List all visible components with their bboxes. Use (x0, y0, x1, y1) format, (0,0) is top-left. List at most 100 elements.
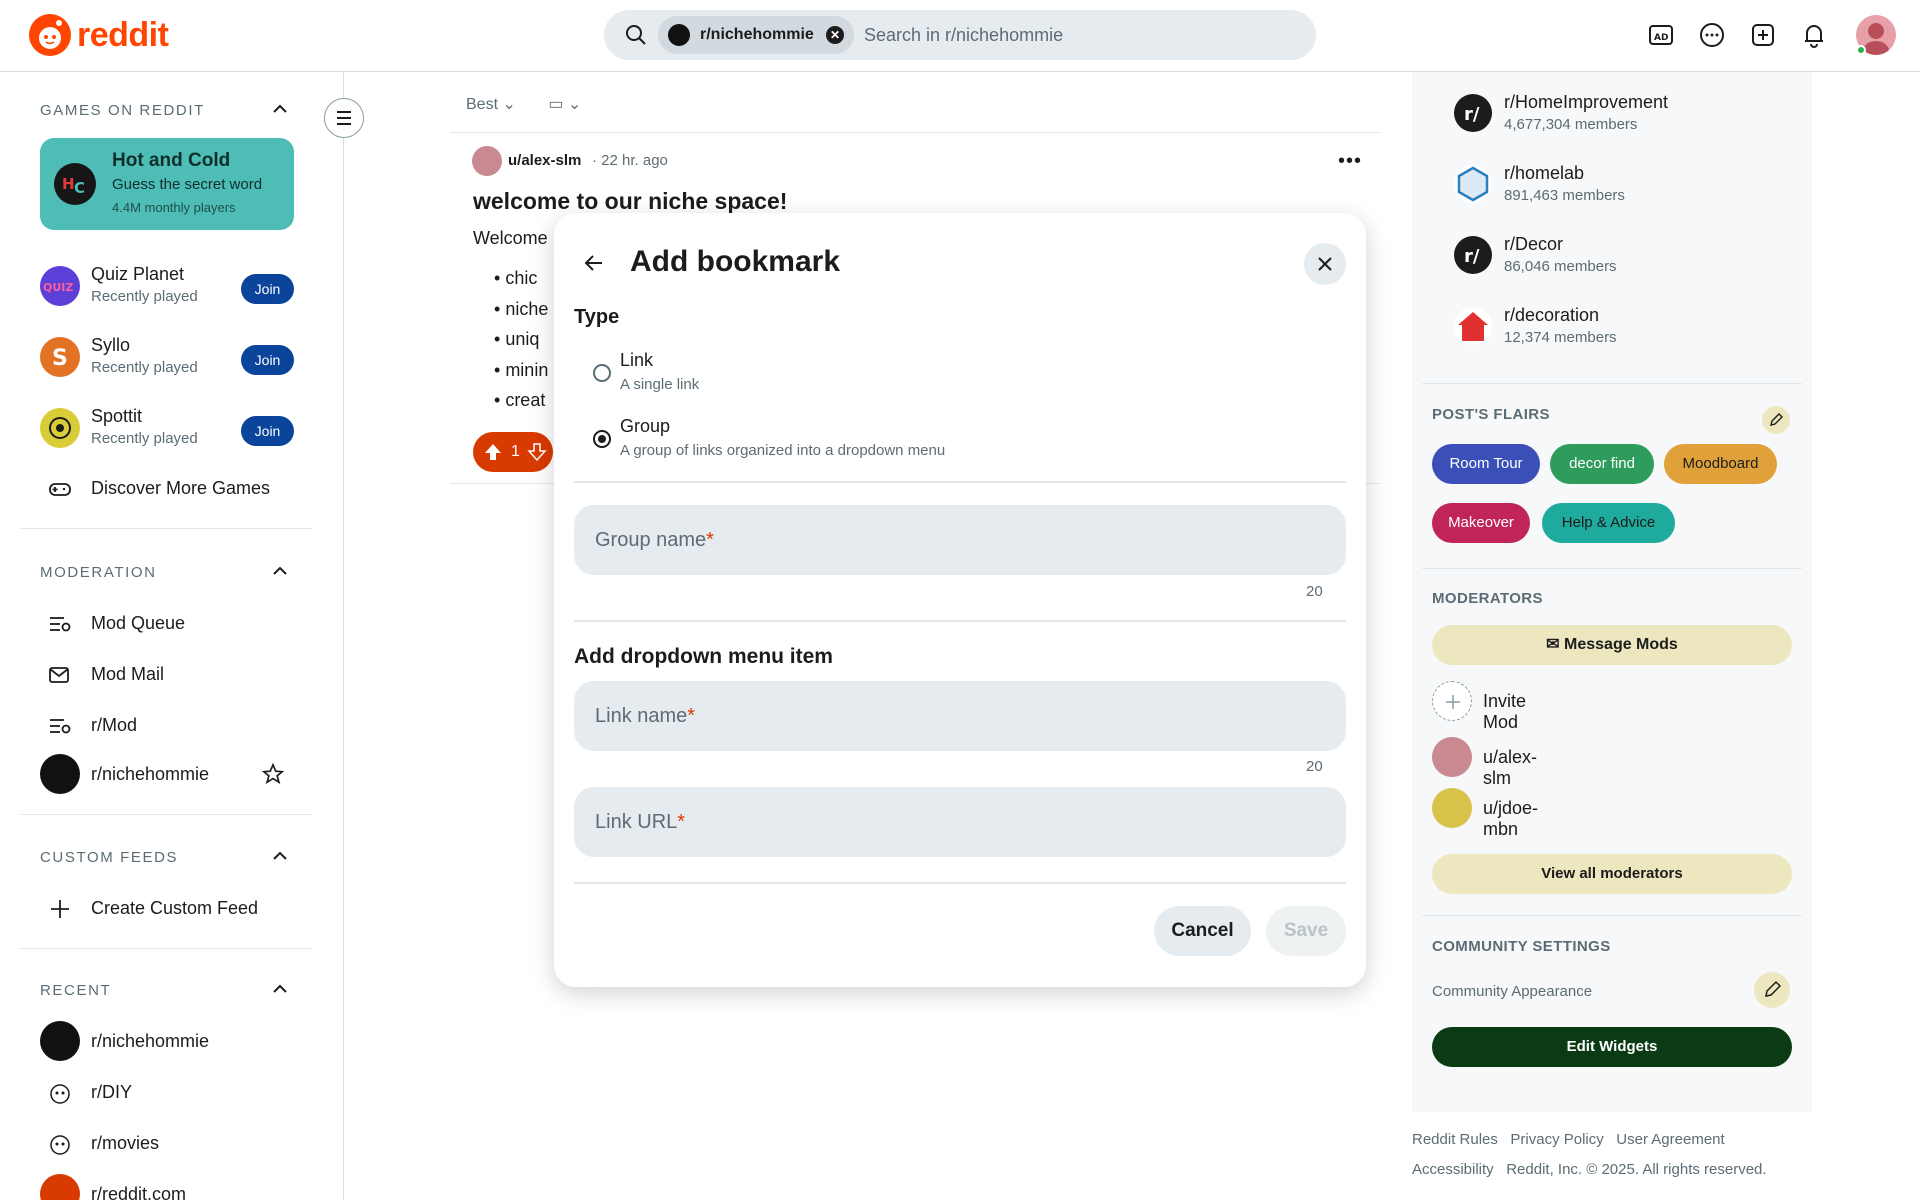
custom-feeds-section-title: CUSTOM FEEDS (40, 849, 179, 866)
flair-help-advice[interactable]: Help & Advice (1542, 503, 1675, 543)
join-button[interactable]: Join (241, 345, 294, 375)
community-item[interactable]: r/ r/Decor 86,046 members (1454, 234, 1794, 284)
view-mode-icon[interactable]: ▭ ⌄ (548, 96, 581, 113)
post-author-avatar[interactable] (472, 146, 502, 176)
radio-button[interactable] (593, 364, 611, 382)
community-item[interactable]: r/homelab 891,463 members (1454, 163, 1794, 213)
recent-item-nichehommie[interactable]: r/nichehommie (40, 1021, 320, 1061)
collapse-games-icon[interactable] (272, 104, 288, 114)
game-name: Syllo (91, 335, 131, 355)
game-status: Recently played (91, 359, 198, 376)
radio-option-link[interactable]: Link A single link (574, 346, 1346, 402)
vote-control[interactable]: 1 (473, 432, 553, 472)
recent-item-label: r/reddit.com (91, 1184, 187, 1200)
sidebar-divider (20, 528, 312, 529)
message-mods-button[interactable]: ✉ Message Mods (1432, 625, 1792, 665)
sidebar-item-mod-queue[interactable]: Mod Queue (40, 605, 320, 641)
reddit-wordmark: reddit (77, 15, 169, 54)
community-item[interactable]: r/decoration 12,374 members (1454, 305, 1794, 355)
bullet-item: • minin (494, 359, 549, 380)
right-sidebar: r/ r/HomeImprovement 4,677,304 members r… (1412, 72, 1812, 1112)
edit-appearance-icon[interactable] (1754, 972, 1790, 1008)
sidebar-item-label: Mod Mail (91, 664, 165, 684)
radio-option-group[interactable]: Group A group of links organized into a … (574, 412, 1346, 468)
sort-label: Best (466, 96, 499, 113)
star-favorite-icon[interactable] (262, 763, 284, 785)
flair-decor-find[interactable]: decor find (1550, 444, 1654, 484)
link-url-field[interactable]: Link URL* (574, 787, 1346, 857)
footer-link-rules[interactable]: Reddit Rules (1412, 1131, 1498, 1148)
flair-room-tour[interactable]: Room Tour (1432, 444, 1540, 484)
subreddit-avatar (40, 754, 80, 794)
sidebar-item-r-nichehommie[interactable]: r/nichehommie (40, 754, 320, 794)
featured-game-card[interactable]: HC Hot and Cold Guess the secret word 4.… (40, 138, 294, 230)
type-label: Type (574, 306, 620, 328)
footer-link-accessibility[interactable]: Accessibility (1412, 1161, 1494, 1178)
invite-mod-label: Invite Mod (1483, 691, 1527, 732)
collapse-recent-icon[interactable] (272, 984, 288, 994)
post-title[interactable]: welcome to our niche space! (473, 188, 787, 215)
sidebar-item-mod-mail[interactable]: Mod Mail (40, 656, 320, 692)
community-name: r/homelab (1504, 163, 1585, 183)
subreddit-scope-chip[interactable]: r/nichehommie ✕ (658, 16, 854, 54)
search-input[interactable]: Search in r/nichehommie (864, 25, 1063, 46)
clear-scope-icon[interactable]: ✕ (826, 26, 844, 44)
join-button[interactable]: Join (241, 416, 294, 446)
recent-item-diy[interactable]: r/DIY (40, 1072, 320, 1112)
more-options-icon[interactable]: ••• (1338, 150, 1362, 173)
downvote-icon[interactable] (527, 442, 547, 462)
recent-item-reddit-com[interactable]: r/reddit.com (40, 1174, 320, 1200)
sort-dropdown[interactable]: Best ⌄ ▭ ⌄ (466, 94, 581, 114)
svg-text:r/: r/ (1464, 246, 1480, 267)
save-button[interactable]: Save (1266, 906, 1346, 956)
back-arrow-icon[interactable] (580, 249, 608, 277)
dropdown-item-heading: Add dropdown menu item (574, 645, 833, 668)
link-name-field[interactable]: Link name* (574, 681, 1346, 751)
group-name-field[interactable]: Group name* (574, 505, 1346, 575)
flair-makeover[interactable]: Makeover (1432, 503, 1530, 543)
chat-icon[interactable] (1697, 20, 1727, 50)
link-name-placeholder: Link name* (595, 705, 696, 727)
quiz-planet-icon: QUIZ (40, 266, 80, 306)
create-post-icon[interactable] (1748, 20, 1778, 50)
radio-button-selected[interactable] (593, 430, 611, 448)
discover-more-games[interactable]: Discover More Games (40, 470, 320, 506)
close-button[interactable] (1304, 243, 1346, 285)
join-button[interactable]: Join (241, 274, 294, 304)
collapse-moderation-icon[interactable] (272, 566, 288, 576)
community-name: r/decoration (1504, 305, 1600, 325)
notification-bell-icon[interactable] (1799, 20, 1829, 50)
game-row-syllo[interactable]: S Syllo Recently played Join (40, 333, 294, 381)
edit-widgets-button[interactable]: Edit Widgets (1432, 1027, 1792, 1067)
sidebar-item-r-mod[interactable]: r/Mod (40, 707, 320, 743)
bullet-item: • niche (494, 298, 549, 319)
community-item[interactable]: r/ r/HomeImprovement 4,677,304 members (1454, 92, 1794, 142)
ad-icon[interactable]: AD (1646, 20, 1676, 50)
group-name-char-counter: 20 (1306, 583, 1323, 600)
cancel-button[interactable]: Cancel (1154, 906, 1251, 956)
edit-flairs-icon[interactable] (1762, 406, 1790, 434)
reddit-logo[interactable]: reddit (29, 14, 169, 56)
game-row-quiz-planet[interactable]: QUIZ Quiz Planet Recently played Join (40, 262, 294, 310)
svg-text:r/: r/ (1464, 104, 1480, 125)
add-mod-icon (1432, 681, 1472, 721)
game-row-spottit[interactable]: Spottit Recently played Join (40, 404, 294, 452)
footer-link-agreement[interactable]: User Agreement (1616, 1131, 1724, 1148)
upvote-icon[interactable] (483, 442, 503, 462)
search-bar[interactable]: r/nichehommie ✕ Search in r/nichehommie (604, 10, 1316, 60)
create-custom-feed[interactable]: Create Custom Feed (40, 890, 320, 926)
create-feed-label: Create Custom Feed (91, 898, 259, 918)
community-settings-title: COMMUNITY SETTINGS (1432, 938, 1611, 955)
flair-moodboard[interactable]: Moodboard (1664, 444, 1777, 484)
mail-icon: ✉ (1546, 636, 1565, 653)
view-all-moderators-button[interactable]: View all moderators (1432, 854, 1792, 894)
post-author[interactable]: u/alex-slm (508, 152, 581, 169)
collapse-custom-feeds-icon[interactable] (272, 851, 288, 861)
footer-link-privacy[interactable]: Privacy Policy (1510, 1131, 1603, 1148)
post-body: Welcome (473, 228, 548, 248)
modal-title: Add bookmark (630, 245, 841, 278)
online-status-dot (1856, 45, 1866, 55)
recent-item-movies[interactable]: r/movies (40, 1123, 320, 1163)
reddit-avatar-icon (40, 1174, 80, 1200)
game-status: Recently played (91, 288, 198, 305)
